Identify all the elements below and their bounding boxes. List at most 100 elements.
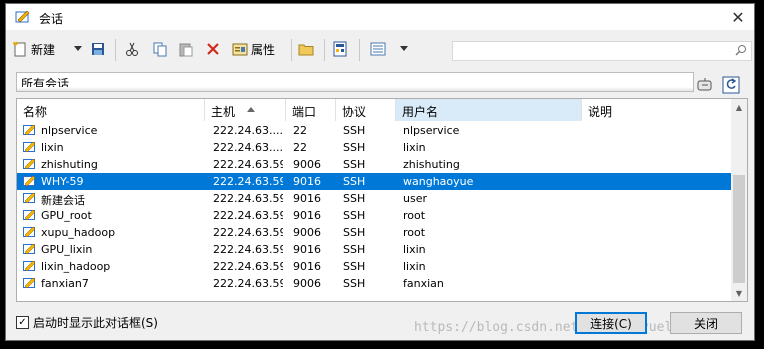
paste-icon <box>179 43 193 57</box>
session-row[interactable]: zhishuting 222.24.63.59 9006 SSH zhishuting <box>17 156 733 173</box>
properties-label: 属性 <box>251 42 276 57</box>
session-icon <box>23 243 36 255</box>
cell-port: 22 <box>293 141 307 154</box>
sessions-dialog: 会话 ✕ 新建 属性 所有会话 名称 主机 端口 协议 用户名 说明 nlpse… <box>5 3 755 341</box>
cell-protocol: SSH <box>343 243 366 256</box>
toolbar-separator <box>324 39 325 61</box>
session-icon <box>23 277 36 289</box>
delete-button[interactable] <box>206 38 220 60</box>
column-header-host[interactable]: 主机 <box>205 99 286 121</box>
cell-protocol: SSH <box>343 277 366 290</box>
new-folder-button[interactable] <box>298 38 314 60</box>
session-row[interactable]: 新建会话 222.24.63.59 9016 SSH user <box>17 190 733 207</box>
cell-host: 222.24.63.59 <box>213 243 283 256</box>
cell-name: nlpservice <box>41 124 98 137</box>
show-on-startup-checkbox[interactable]: ✓ 启动时显示此对话框(S) <box>16 314 158 331</box>
cell-host: 222.24.63.59 <box>213 175 283 188</box>
scrollbar-thumb[interactable] <box>733 175 745 283</box>
scissors-icon <box>126 42 138 56</box>
cell-port: 9006 <box>293 158 321 171</box>
delete-icon <box>207 43 219 55</box>
column-header-username[interactable]: 用户名 <box>396 99 582 121</box>
session-icon <box>23 141 36 153</box>
chevron-down-icon <box>74 46 82 51</box>
watermark-text: https://blog.csdn.net/wanghaoyuelang <box>414 320 696 335</box>
cell-name: GPU_root <box>41 209 92 222</box>
close-window-button[interactable]: ✕ <box>726 6 750 28</box>
session-icon <box>23 226 36 238</box>
refresh-icon[interactable] <box>722 76 740 94</box>
session-row[interactable]: GPU_root 222.24.63.59 9016 SSH root <box>17 207 733 224</box>
column-header-port[interactable]: 端口 <box>286 99 336 121</box>
new-dropdown-button[interactable] <box>74 38 82 60</box>
session-row[interactable]: GPU_lixin 222.24.63.59 9016 SSH lixin <box>17 241 733 258</box>
sessions-list[interactable]: 名称 主机 端口 协议 用户名 说明 nlpservice 222.24.63..… <box>16 98 748 302</box>
view-button[interactable] <box>370 38 386 60</box>
new-session-button[interactable]: 新建 <box>12 38 55 60</box>
cell-protocol: SSH <box>343 175 366 188</box>
session-row[interactable]: lixin 222.24.63.... 22 SSH lixin <box>17 139 733 156</box>
session-row[interactable]: lixin_hadoop 222.24.63.59 9016 SSH lixin <box>17 258 733 275</box>
session-icon <box>23 175 36 187</box>
view-dropdown-button[interactable] <box>400 38 408 60</box>
session-icon <box>23 260 36 272</box>
list-view-icon <box>370 42 386 56</box>
new-session-icon <box>13 41 26 57</box>
cell-name: xupu_hadoop <box>41 226 116 239</box>
scroll-up-icon[interactable]: ▲ <box>731 99 747 115</box>
cell-port: 9006 <box>293 226 321 239</box>
cell-user: lixin <box>403 243 426 256</box>
cell-host: 222.24.63.59 <box>213 277 283 290</box>
session-icon <box>23 158 36 170</box>
column-label: 主机 <box>211 105 236 119</box>
cell-name: lixin_hadoop <box>41 260 111 273</box>
title-bar: 会话 ✕ <box>6 4 754 30</box>
cell-name: zhishuting <box>41 158 98 171</box>
toolbar-separator <box>291 39 292 61</box>
session-tools-button[interactable] <box>332 38 348 60</box>
session-row[interactable]: nlpservice 222.24.63.... 22 SSH nlpservice <box>17 122 733 139</box>
column-header-description[interactable]: 说明 <box>582 99 733 121</box>
vertical-scrollbar[interactable]: ▲ ▼ <box>731 99 747 301</box>
column-label: 用户名 <box>402 105 439 119</box>
session-row[interactable]: xupu_hadoop 222.24.63.59 9006 SSH root <box>17 224 733 241</box>
column-label: 协议 <box>342 105 367 119</box>
column-header-protocol[interactable]: 协议 <box>336 99 396 121</box>
cell-user: nlpservice <box>403 124 460 137</box>
session-row[interactable]: fanxian7 222.24.63.59 9006 SSH fanxian <box>17 275 733 292</box>
cell-name: lixin <box>41 141 64 154</box>
connect-button[interactable]: 连接(C) <box>575 312 647 334</box>
cell-host: 222.24.63.59 <box>213 192 283 205</box>
cell-user: lixin <box>403 260 426 273</box>
cell-protocol: SSH <box>343 260 366 273</box>
scroll-down-icon[interactable]: ▼ <box>731 285 747 301</box>
window-title: 会话 <box>39 12 64 26</box>
column-label: 端口 <box>292 105 317 119</box>
search-input[interactable] <box>452 41 752 61</box>
cell-user: user <box>403 192 427 205</box>
checkbox-box[interactable]: ✓ <box>16 316 29 329</box>
cell-user: zhishuting <box>403 158 460 171</box>
session-row[interactable]: WHY-59 222.24.63.59 9016 SSH wanghaoyue <box>17 173 733 190</box>
close-button[interactable]: 关闭 <box>670 312 742 334</box>
cell-port: 9016 <box>293 243 321 256</box>
cell-host: 222.24.63.... <box>213 141 283 154</box>
session-app-icon <box>15 10 30 23</box>
properties-button[interactable]: 属性 <box>232 38 275 60</box>
cell-user: fanxian <box>403 277 444 290</box>
cell-protocol: SSH <box>343 192 366 205</box>
cut-button[interactable] <box>124 38 140 60</box>
session-icon <box>23 192 36 204</box>
cell-user: wanghaoyue <box>403 175 474 188</box>
copy-button[interactable] <box>152 38 168 60</box>
cell-port: 9016 <box>293 192 321 205</box>
column-label: 说明 <box>588 105 613 119</box>
cell-protocol: SSH <box>343 158 366 171</box>
reconnect-icon[interactable] <box>696 76 714 94</box>
save-session-button[interactable] <box>90 38 106 60</box>
copy-icon <box>153 42 167 57</box>
cell-port: 9016 <box>293 175 321 188</box>
column-header-name[interactable]: 名称 <box>17 99 205 121</box>
save-icon <box>92 43 104 55</box>
paste-button[interactable] <box>178 38 194 60</box>
